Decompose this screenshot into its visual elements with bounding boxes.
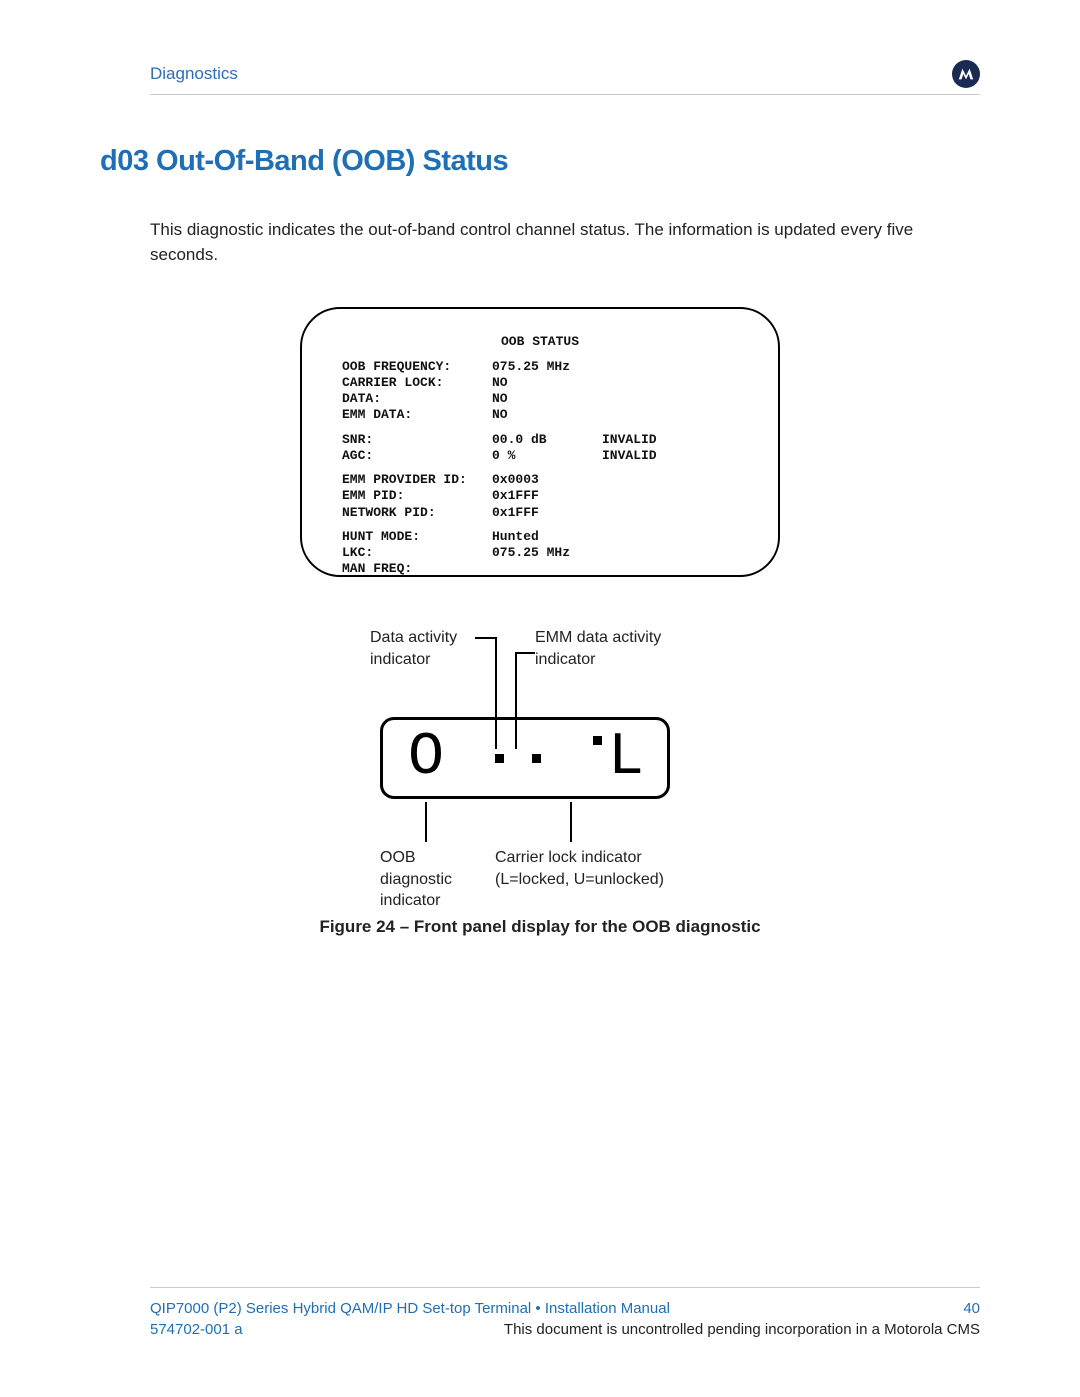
status-block-1: OOB FREQUENCY:075.25 MHzCARRIER LOCK:NOD… [342, 359, 738, 424]
status-row: EMM DATA:NO [342, 407, 738, 423]
status-label: EMM PROVIDER ID: [342, 472, 492, 488]
status-row: NETWORK PID:0x1FFF [342, 505, 738, 521]
footer-doc-number: 574702-001 a [150, 1321, 243, 1338]
status-label: OOB FREQUENCY: [342, 359, 492, 375]
footer-disclaimer: This document is uncontrolled pending in… [504, 1321, 980, 1338]
status-row: EMM PROVIDER ID:0x0003 [342, 472, 738, 488]
status-extra: INVALID [602, 448, 657, 464]
status-label: EMM PID: [342, 488, 492, 504]
status-row: MAN FREQ: [342, 561, 738, 577]
front-panel-display: O L [380, 717, 670, 799]
carrier-lock-label: Carrier lock indicator (L=locked, U=unlo… [495, 847, 664, 890]
status-row: CARRIER LOCK:NO [342, 375, 738, 391]
figure-caption: Figure 24 – Front panel display for the … [100, 917, 980, 937]
screen-title: OOB STATUS [342, 334, 738, 350]
page-footer: QIP7000 (P2) Series Hybrid QAM/IP HD Set… [150, 1287, 980, 1342]
status-row: DATA:NO [342, 391, 738, 407]
status-row: SNR:00.0 dBINVALID [342, 432, 738, 448]
status-row: AGC:0 %INVALID [342, 448, 738, 464]
carrier-lock-char: L [608, 728, 642, 788]
status-row: HUNT MODE:Hunted [342, 529, 738, 545]
status-label: MAN FREQ: [342, 561, 492, 577]
status-value: NO [492, 391, 602, 407]
intro-paragraph: This diagnostic indicates the out-of-ban… [150, 218, 980, 267]
connector-line [570, 802, 572, 842]
status-value: 0 % [492, 448, 602, 464]
connector-line [515, 652, 535, 654]
status-extra: INVALID [602, 432, 657, 448]
emm-data-dot-icon [532, 754, 541, 763]
page-title: d03 Out-Of-Band (OOB) Status [100, 145, 980, 178]
status-value: 00.0 dB [492, 432, 602, 448]
status-label: CARRIER LOCK: [342, 375, 492, 391]
status-label: NETWORK PID: [342, 505, 492, 521]
status-label: EMM DATA: [342, 407, 492, 423]
status-label: AGC: [342, 448, 492, 464]
status-value: Hunted [492, 529, 602, 545]
status-label: LKC: [342, 545, 492, 561]
motorola-logo-icon [952, 60, 980, 88]
status-row: EMM PID:0x1FFF [342, 488, 738, 504]
status-label: DATA: [342, 391, 492, 407]
emm-data-activity-label: EMM data activity indicator [535, 627, 661, 670]
page-number: 40 [963, 1300, 980, 1317]
status-value: 0x1FFF [492, 488, 602, 504]
footer-manual-title: QIP7000 (P2) Series Hybrid QAM/IP HD Set… [150, 1300, 670, 1317]
status-value: NO [492, 375, 602, 391]
oob-status-screen: OOB STATUS OOB FREQUENCY:075.25 MHzCARRI… [300, 307, 780, 577]
status-value: 075.25 MHz [492, 545, 602, 561]
status-label: SNR: [342, 432, 492, 448]
status-value: 075.25 MHz [492, 359, 602, 375]
status-row: LKC:075.25 MHz [342, 545, 738, 561]
oob-diagnostic-label: OOB diagnostic indicator [380, 847, 452, 912]
connector-line [475, 637, 495, 639]
status-block-3: EMM PROVIDER ID:0x0003EMM PID:0x1FFFNETW… [342, 472, 738, 521]
status-value: 0x0003 [492, 472, 602, 488]
oob-diagnostic-char: O [408, 728, 442, 788]
status-label: HUNT MODE: [342, 529, 492, 545]
status-block-4: HUNT MODE:HuntedLKC:075.25 MHzMAN FREQ: [342, 529, 738, 578]
page-header: Diagnostics [150, 60, 980, 95]
front-panel-diagram: Data activity indicator EMM data activit… [340, 627, 740, 907]
status-value: 0x1FFF [492, 505, 602, 521]
header-section-label: Diagnostics [150, 64, 238, 84]
status-value: NO [492, 407, 602, 423]
data-activity-label: Data activity indicator [370, 627, 457, 670]
status-value [492, 561, 602, 577]
status-block-2: SNR:00.0 dBINVALIDAGC:0 %INVALID [342, 432, 738, 465]
data-activity-dot-icon [495, 754, 504, 763]
connector-line [425, 802, 427, 842]
carrier-lock-dot-icon [593, 736, 602, 745]
status-row: OOB FREQUENCY:075.25 MHz [342, 359, 738, 375]
